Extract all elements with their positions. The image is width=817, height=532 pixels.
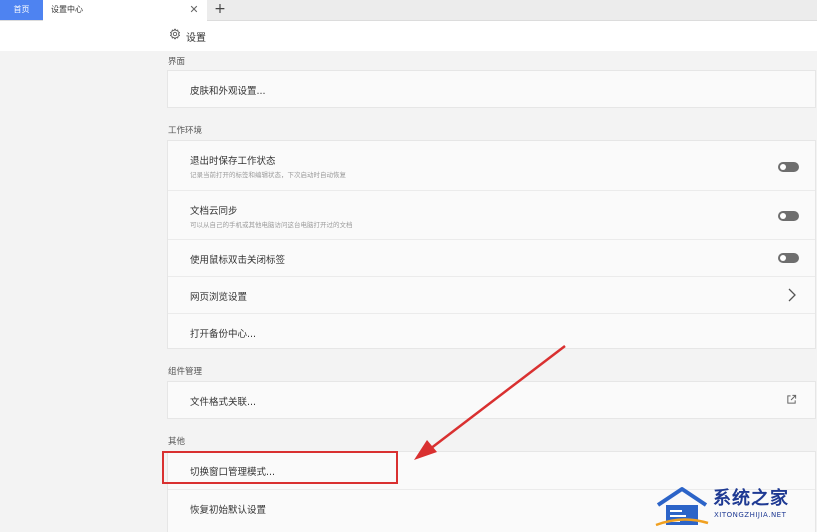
annotation-arrow: [414, 345, 566, 460]
house-logo-icon: [655, 487, 709, 527]
watermark-subtitle: XITONGZHIJIA.NET: [714, 511, 787, 519]
watermark-title: 系统之家: [713, 488, 789, 509]
watermark: 系统之家 XITONGZHIJIA.NET: [654, 481, 817, 532]
